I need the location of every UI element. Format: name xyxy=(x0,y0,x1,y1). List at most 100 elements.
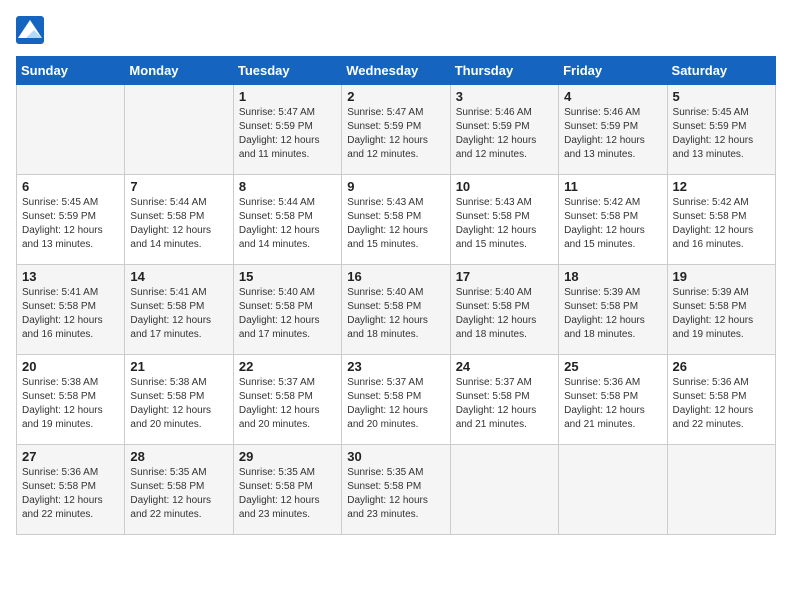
calendar-cell: 29 Sunrise: 5:35 AM Sunset: 5:58 PM Dayli… xyxy=(233,445,341,535)
day-number: 29 xyxy=(239,449,336,464)
calendar-cell: 26 Sunrise: 5:36 AM Sunset: 5:58 PM Dayli… xyxy=(667,355,775,445)
day-header-friday: Friday xyxy=(559,57,667,85)
day-info: Sunrise: 5:44 AM Sunset: 5:58 PM Dayligh… xyxy=(239,196,336,252)
day-number: 23 xyxy=(347,359,444,374)
calendar-cell: 10 Sunrise: 5:43 AM Sunset: 5:58 PM Dayli… xyxy=(450,175,558,265)
calendar-cell: 2Sunrise: 5:47 AM Sunset: 5:59 PM Daylig… xyxy=(342,85,450,175)
calendar-cell: 13 Sunrise: 5:41 AM Sunset: 5:58 PM Dayli… xyxy=(17,265,125,355)
calendar-cell: 21 Sunrise: 5:38 AM Sunset: 5:58 PM Dayli… xyxy=(125,355,233,445)
day-info: Sunrise: 5:37 AM Sunset: 5:58 PM Dayligh… xyxy=(239,376,336,432)
calendar-table: SundayMondayTuesdayWednesdayThursdayFrid… xyxy=(16,56,776,535)
day-number: 4 xyxy=(564,89,661,104)
day-info: Sunrise: 5:45 AM Sunset: 5:59 PM Dayligh… xyxy=(22,196,119,252)
logo xyxy=(16,16,46,44)
calendar-cell: 14Sunrise: 5:41 AM Sunset: 5:58 PM Dayli… xyxy=(125,265,233,355)
calendar-cell: 19 Sunrise: 5:39 AM Sunset: 5:58 PM Dayli… xyxy=(667,265,775,355)
calendar-cell: 28 Sunrise: 5:35 AM Sunset: 5:58 PM Dayli… xyxy=(125,445,233,535)
day-number: 30 xyxy=(347,449,444,464)
day-number: 5 xyxy=(673,89,770,104)
day-info: Sunrise: 5:47 AM Sunset: 5:59 PM Dayligh… xyxy=(347,106,444,162)
calendar-cell: 20Sunrise: 5:38 AM Sunset: 5:58 PM Dayli… xyxy=(17,355,125,445)
calendar-cell: 24 Sunrise: 5:37 AM Sunset: 5:58 PM Dayli… xyxy=(450,355,558,445)
day-number: 21 xyxy=(130,359,227,374)
day-header-sunday: Sunday xyxy=(17,57,125,85)
day-number: 20 xyxy=(22,359,119,374)
calendar-cell: 5Sunrise: 5:45 AM Sunset: 5:59 PM Daylig… xyxy=(667,85,775,175)
day-number: 22 xyxy=(239,359,336,374)
day-header-saturday: Saturday xyxy=(667,57,775,85)
day-number: 26 xyxy=(673,359,770,374)
day-number: 15 xyxy=(239,269,336,284)
day-info: Sunrise: 5:46 AM Sunset: 5:59 PM Dayligh… xyxy=(456,106,553,162)
day-info: Sunrise: 5:35 AM Sunset: 5:58 PM Dayligh… xyxy=(239,466,336,522)
calendar-cell xyxy=(450,445,558,535)
calendar-cell: 23 Sunrise: 5:37 AM Sunset: 5:58 PM Dayli… xyxy=(342,355,450,445)
calendar-cell: 22 Sunrise: 5:37 AM Sunset: 5:58 PM Dayli… xyxy=(233,355,341,445)
day-info: Sunrise: 5:36 AM Sunset: 5:58 PM Dayligh… xyxy=(22,466,119,522)
calendar-cell: 25 Sunrise: 5:36 AM Sunset: 5:58 PM Dayli… xyxy=(559,355,667,445)
day-number: 25 xyxy=(564,359,661,374)
day-info: Sunrise: 5:36 AM Sunset: 5:58 PM Dayligh… xyxy=(564,376,661,432)
day-info: Sunrise: 5:39 AM Sunset: 5:58 PM Dayligh… xyxy=(673,286,770,342)
day-info: Sunrise: 5:39 AM Sunset: 5:58 PM Dayligh… xyxy=(564,286,661,342)
day-header-wednesday: Wednesday xyxy=(342,57,450,85)
calendar-cell: 11 Sunrise: 5:42 AM Sunset: 5:58 PM Dayli… xyxy=(559,175,667,265)
day-number: 6 xyxy=(22,179,119,194)
day-header-tuesday: Tuesday xyxy=(233,57,341,85)
day-number: 14 xyxy=(130,269,227,284)
day-number: 9 xyxy=(347,179,444,194)
day-info: Sunrise: 5:43 AM Sunset: 5:58 PM Dayligh… xyxy=(456,196,553,252)
day-info: Sunrise: 5:47 AM Sunset: 5:59 PM Dayligh… xyxy=(239,106,336,162)
day-number: 11 xyxy=(564,179,661,194)
calendar-cell: 3Sunrise: 5:46 AM Sunset: 5:59 PM Daylig… xyxy=(450,85,558,175)
day-number: 19 xyxy=(673,269,770,284)
day-info: Sunrise: 5:41 AM Sunset: 5:58 PM Dayligh… xyxy=(22,286,119,342)
calendar-cell: 27Sunrise: 5:36 AM Sunset: 5:58 PM Dayli… xyxy=(17,445,125,535)
calendar-header-row: SundayMondayTuesdayWednesdayThursdayFrid… xyxy=(17,57,776,85)
day-info: Sunrise: 5:46 AM Sunset: 5:59 PM Dayligh… xyxy=(564,106,661,162)
week-row-4: 20 Sunrise: 5:38 AM Sunset: 5:58 PM Dayli… xyxy=(17,355,776,445)
day-info: Sunrise: 5:37 AM Sunset: 5:58 PM Dayligh… xyxy=(347,376,444,432)
day-info: Sunrise: 5:35 AM Sunset: 5:58 PM Dayligh… xyxy=(130,466,227,522)
calendar-cell xyxy=(667,445,775,535)
calendar-cell: 16Sunrise: 5:40 AM Sunset: 5:58 PM Dayli… xyxy=(342,265,450,355)
day-info: Sunrise: 5:36 AM Sunset: 5:58 PM Dayligh… xyxy=(673,376,770,432)
calendar-cell: 6 Sunrise: 5:45 AM Sunset: 5:59 PM Daylig… xyxy=(17,175,125,265)
calendar-cell xyxy=(125,85,233,175)
day-number: 24 xyxy=(456,359,553,374)
logo-icon xyxy=(16,16,44,44)
day-number: 7 xyxy=(130,179,227,194)
calendar-cell: 30 Sunrise: 5:35 AM Sunset: 5:58 PM Dayli… xyxy=(342,445,450,535)
day-info: Sunrise: 5:37 AM Sunset: 5:58 PM Dayligh… xyxy=(456,376,553,432)
day-info: Sunrise: 5:40 AM Sunset: 5:58 PM Dayligh… xyxy=(239,286,336,342)
calendar-cell: 7Sunrise: 5:44 AM Sunset: 5:58 PM Daylig… xyxy=(125,175,233,265)
calendar-cell xyxy=(17,85,125,175)
day-number: 28 xyxy=(130,449,227,464)
day-number: 1 xyxy=(239,89,336,104)
day-number: 18 xyxy=(564,269,661,284)
header xyxy=(16,16,776,44)
calendar-cell: 17 Sunrise: 5:40 AM Sunset: 5:58 PM Dayli… xyxy=(450,265,558,355)
calendar-cell: 18 Sunrise: 5:39 AM Sunset: 5:58 PM Dayli… xyxy=(559,265,667,355)
day-header-thursday: Thursday xyxy=(450,57,558,85)
calendar-cell: 9Sunrise: 5:43 AM Sunset: 5:58 PM Daylig… xyxy=(342,175,450,265)
calendar-cell: 12Sunrise: 5:42 AM Sunset: 5:58 PM Dayli… xyxy=(667,175,775,265)
day-info: Sunrise: 5:42 AM Sunset: 5:58 PM Dayligh… xyxy=(673,196,770,252)
week-row-1: 1 Sunrise: 5:47 AM Sunset: 5:59 PM Daylig… xyxy=(17,85,776,175)
calendar-cell: 15 Sunrise: 5:40 AM Sunset: 5:58 PM Dayli… xyxy=(233,265,341,355)
day-info: Sunrise: 5:35 AM Sunset: 5:58 PM Dayligh… xyxy=(347,466,444,522)
calendar-cell: 1 Sunrise: 5:47 AM Sunset: 5:59 PM Daylig… xyxy=(233,85,341,175)
week-row-2: 6 Sunrise: 5:45 AM Sunset: 5:59 PM Daylig… xyxy=(17,175,776,265)
day-info: Sunrise: 5:40 AM Sunset: 5:58 PM Dayligh… xyxy=(456,286,553,342)
week-row-5: 27Sunrise: 5:36 AM Sunset: 5:58 PM Dayli… xyxy=(17,445,776,535)
day-header-monday: Monday xyxy=(125,57,233,85)
calendar-cell: 4 Sunrise: 5:46 AM Sunset: 5:59 PM Daylig… xyxy=(559,85,667,175)
day-number: 13 xyxy=(22,269,119,284)
week-row-3: 13 Sunrise: 5:41 AM Sunset: 5:58 PM Dayli… xyxy=(17,265,776,355)
calendar-cell: 8 Sunrise: 5:44 AM Sunset: 5:58 PM Daylig… xyxy=(233,175,341,265)
day-number: 10 xyxy=(456,179,553,194)
day-info: Sunrise: 5:38 AM Sunset: 5:58 PM Dayligh… xyxy=(130,376,227,432)
day-number: 17 xyxy=(456,269,553,284)
day-number: 8 xyxy=(239,179,336,194)
day-info: Sunrise: 5:42 AM Sunset: 5:58 PM Dayligh… xyxy=(564,196,661,252)
